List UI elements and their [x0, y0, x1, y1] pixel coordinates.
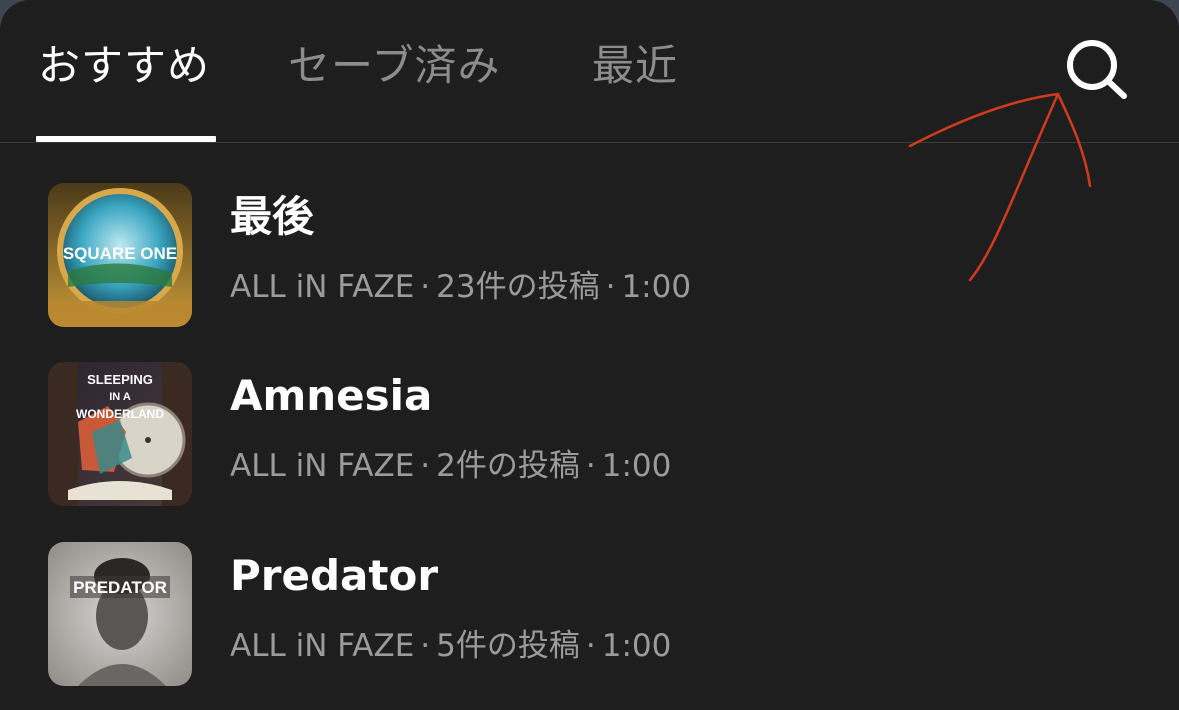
music-picker-screen: おすすめ セーブ済み 最近 SQUARE ONE 最後 ALL iN FAZE … — [0, 0, 1179, 710]
cover-art: PREDATOR — [48, 542, 192, 686]
song-artist: ALL iN FAZE — [230, 269, 415, 305]
search-icon — [1067, 40, 1127, 99]
song-title: Predator — [230, 551, 439, 600]
cover-art: SQUARE ONE — [48, 183, 192, 327]
song-duration: 1:00 — [621, 269, 692, 305]
song-row-amnesia[interactable]: SLEEPING IN A WONDERLAND Amnesia ALL iN … — [0, 362, 1179, 512]
search-button[interactable] — [1058, 34, 1134, 100]
tab-recommended[interactable]: おすすめ — [38, 38, 210, 94]
song-duration: 1:00 — [601, 628, 672, 664]
meta-separator: · — [585, 628, 596, 664]
meta-separator: · — [420, 628, 431, 664]
meta-separator: · — [585, 448, 596, 484]
cover-art: SLEEPING IN A WONDERLAND — [48, 362, 192, 506]
song-post-count: 23件の投稿 — [436, 269, 600, 305]
song-post-count: 2件の投稿 — [436, 448, 580, 484]
song-artist: ALL iN FAZE — [230, 628, 415, 664]
cover-title-line-2: IN A — [109, 391, 131, 403]
music-panel: おすすめ セーブ済み 最近 SQUARE ONE 最後 ALL iN FAZE … — [0, 0, 1179, 710]
tab-divider — [0, 142, 1179, 143]
cover-title-line-3: WONDERLAND — [76, 407, 164, 421]
meta-separator: · — [605, 269, 616, 305]
song-row-predator[interactable]: PREDATOR Predator ALL iN FAZE · 5件の投稿 · 1:00 — [0, 542, 1179, 692]
song-post-count: 5件の投稿 — [436, 628, 580, 664]
song-duration: 1:00 — [601, 448, 672, 484]
meta-separator: · — [420, 269, 431, 305]
tab-saved[interactable]: セーブ済み — [288, 38, 500, 94]
cover-title: PREDATOR — [73, 578, 167, 597]
song-row-saigo[interactable]: SQUARE ONE 最後 ALL iN FAZE · 23件の投稿 · 1:00 — [0, 183, 1179, 333]
cover-title: SQUARE ONE — [63, 244, 177, 263]
tab-recent[interactable]: 最近 — [592, 38, 678, 94]
song-meta: ALL iN FAZE · 2件の投稿 · 1:00 — [230, 444, 671, 488]
song-title: Amnesia — [230, 371, 433, 420]
cover-title-line-1: SLEEPING — [87, 372, 153, 387]
song-title: 最後 — [230, 192, 315, 241]
song-meta: ALL iN FAZE · 23件の投稿 · 1:00 — [230, 265, 691, 309]
song-meta: ALL iN FAZE · 5件の投稿 · 1:00 — [230, 624, 671, 668]
meta-separator: · — [420, 448, 431, 484]
song-artist: ALL iN FAZE — [230, 448, 415, 484]
